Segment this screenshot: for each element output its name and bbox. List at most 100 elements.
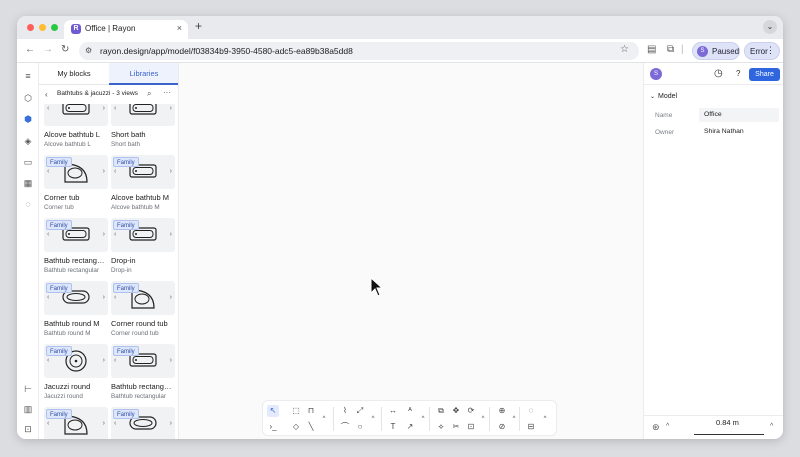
expand-chevron-icon[interactable]: ^ xyxy=(539,413,551,425)
close-window-button[interactable] xyxy=(27,24,34,31)
prev-view-icon[interactable]: ‹ xyxy=(114,294,116,301)
next-view-icon[interactable]: › xyxy=(103,294,105,301)
block-thumbnail[interactable]: Family ‹ › xyxy=(44,218,108,252)
expand-chevron-icon[interactable]: ^ xyxy=(318,413,330,425)
expand-chevron-icon[interactable]: ^ xyxy=(666,423,669,430)
bookmark-star-icon[interactable]: ☆ xyxy=(620,44,629,55)
prev-view-icon[interactable]: ‹ xyxy=(47,357,49,364)
block-thumbnail[interactable]: Family ‹ › xyxy=(44,407,108,439)
collapse-chevron-icon[interactable]: ^ xyxy=(770,423,773,430)
layers-icon[interactable]: ⊢ xyxy=(22,383,34,395)
scale-tool-icon[interactable]: ⊡ xyxy=(465,421,477,433)
blocks-library-icon[interactable]: ⬢ xyxy=(22,113,34,125)
furniture-tool-icon[interactable]: ⊟ xyxy=(525,421,537,433)
error-button[interactable]: Error ⋮ xyxy=(744,42,780,60)
block-thumbnail[interactable]: ‹ › xyxy=(44,104,108,126)
block-card[interactable]: Family ‹ › xyxy=(111,407,175,439)
minimize-window-button[interactable] xyxy=(39,24,46,31)
address-bar[interactable]: ⚙ rayon.design/app/model/f03834b9-3950-4… xyxy=(79,42,639,60)
search-icon[interactable]: ⌕ xyxy=(147,89,151,99)
block-thumbnail[interactable]: Family ‹ › xyxy=(111,407,175,439)
circle-tool-icon[interactable]: ○ xyxy=(354,421,366,433)
expand-chevron-icon[interactable]: ^ xyxy=(477,413,489,425)
cube-icon[interactable]: ⬡ xyxy=(22,92,34,104)
prev-view-icon[interactable]: ‹ xyxy=(114,357,116,364)
library-books-icon[interactable]: ▥ xyxy=(22,403,34,415)
copy-tool-icon[interactable]: ⧉ xyxy=(435,405,447,417)
polyline-tool-icon[interactable]: ⌇ xyxy=(339,405,351,417)
block-card[interactable]: Family ‹ › Bathtub round M Bathtub round M xyxy=(44,281,108,339)
block-thumbnail[interactable]: ‹ › xyxy=(111,104,175,126)
reload-icon[interactable]: ↻ xyxy=(61,44,69,55)
next-view-icon[interactable]: › xyxy=(103,420,105,427)
block-card[interactable]: ‹ › Short bath Short bath xyxy=(111,104,175,150)
terminal-tool-icon[interactable]: ›_ xyxy=(267,421,279,433)
arc-tool-icon[interactable]: ⌒ xyxy=(339,421,351,433)
block-card[interactable]: Family ‹ › Bathtub rectangular Bathtub recta… xyxy=(111,344,175,402)
next-view-icon[interactable]: › xyxy=(170,168,172,175)
prev-view-icon[interactable]: ‹ xyxy=(47,294,49,301)
more-options-icon[interactable]: ··· xyxy=(163,88,171,97)
prev-view-icon[interactable]: ‹ xyxy=(47,231,49,238)
share-button[interactable]: Share xyxy=(749,68,780,81)
block-thumbnail[interactable]: Family ‹ › xyxy=(111,281,175,315)
paint-bucket-icon[interactable]: ◈ xyxy=(22,135,34,147)
prev-view-icon[interactable]: ‹ xyxy=(114,168,116,175)
reading-list-icon[interactable]: ▤ xyxy=(647,44,656,55)
next-view-icon[interactable]: › xyxy=(103,357,105,364)
annotate-tool-icon[interactable]: ᴬ xyxy=(404,405,416,417)
magic-tool-icon[interactable]: ⟡ xyxy=(435,421,447,433)
search-drawing-icon[interactable]: ⊡ xyxy=(22,423,34,435)
prev-view-icon[interactable]: ‹ xyxy=(114,420,116,427)
block-card[interactable]: ‹ › Alcove bathtub L Alcove bathtub L xyxy=(44,104,108,150)
tab-my-blocks[interactable]: My blocks xyxy=(39,63,109,85)
next-view-icon[interactable]: › xyxy=(103,231,105,238)
block-thumbnail[interactable]: Family ‹ › xyxy=(111,218,175,252)
block-card[interactable]: Family ‹ › Bathtub rectangular Bathtub recta… xyxy=(44,218,108,276)
block-card[interactable]: Family ‹ › Corner tub Corner tub xyxy=(44,155,108,213)
block-thumbnail[interactable]: Family ‹ › xyxy=(44,155,108,189)
comment-icon[interactable]: ◌ xyxy=(22,198,34,210)
next-view-icon[interactable]: › xyxy=(170,420,172,427)
document-icon[interactable]: ▭ xyxy=(22,156,34,168)
extensions-icon[interactable]: ⧉ xyxy=(667,44,674,55)
diamond-tool-icon[interactable]: ◇ xyxy=(290,421,302,433)
forward-arrow-icon[interactable]: → xyxy=(43,44,53,55)
design-canvas[interactable] xyxy=(179,63,643,439)
block-card[interactable]: Family ‹ › Jacuzzi round Jacuzzi round xyxy=(44,344,108,402)
prev-view-icon[interactable]: ‹ xyxy=(47,105,49,112)
help-icon[interactable]: ? xyxy=(736,69,740,78)
tab-close-icon[interactable]: × xyxy=(177,23,182,33)
block-card[interactable]: Family ‹ › Corner round tub Corner round tub xyxy=(111,281,175,339)
next-view-icon[interactable]: › xyxy=(170,231,172,238)
next-view-icon[interactable]: › xyxy=(103,168,105,175)
rotate-tool-icon[interactable]: ⟳ xyxy=(465,405,477,417)
model-section-header[interactable]: ⌄ Model xyxy=(650,93,677,100)
site-info-icon[interactable]: ⚙ xyxy=(85,46,92,55)
cube-tool-icon[interactable]: ⬚ xyxy=(290,405,302,417)
expand-chevron-icon[interactable]: ^ xyxy=(417,413,429,425)
block-thumbnail[interactable]: Family ‹ › xyxy=(44,281,108,315)
block-thumbnail[interactable]: Family ‹ › xyxy=(44,344,108,378)
tab-search-button[interactable]: ⌄ xyxy=(763,20,777,34)
prev-view-icon[interactable]: ‹ xyxy=(47,420,49,427)
scissors-tool-icon[interactable]: ✂ xyxy=(450,421,462,433)
table-icon[interactable]: ▦ xyxy=(22,177,34,189)
name-field[interactable]: Office xyxy=(699,108,779,122)
comment-tool-icon[interactable]: ◌ xyxy=(525,405,537,417)
add-object-tool-icon[interactable]: ⊕ xyxy=(496,405,508,417)
user-avatar[interactable]: S xyxy=(650,68,662,80)
next-view-icon[interactable]: › xyxy=(103,105,105,112)
arrow-tool-icon[interactable]: ↗ xyxy=(404,421,416,433)
dimension-tool-icon[interactable]: ↔ xyxy=(387,405,399,417)
block-card[interactable]: Family ‹ › Alcove bathtub M Alcove bathtub M xyxy=(111,155,175,213)
maximize-window-button[interactable] xyxy=(51,24,58,31)
profile-paused-button[interactable]: S Paused xyxy=(692,42,740,60)
block-card[interactable]: Family ‹ › xyxy=(44,407,108,439)
wand-tool-icon[interactable]: ⊘ xyxy=(496,421,508,433)
next-view-icon[interactable]: › xyxy=(170,357,172,364)
back-arrow-icon[interactable]: ← xyxy=(25,44,35,55)
kebab-menu-icon[interactable]: ⋮ xyxy=(766,45,775,56)
prev-view-icon[interactable]: ‹ xyxy=(47,168,49,175)
expand-chevron-icon[interactable]: ^ xyxy=(367,413,379,425)
